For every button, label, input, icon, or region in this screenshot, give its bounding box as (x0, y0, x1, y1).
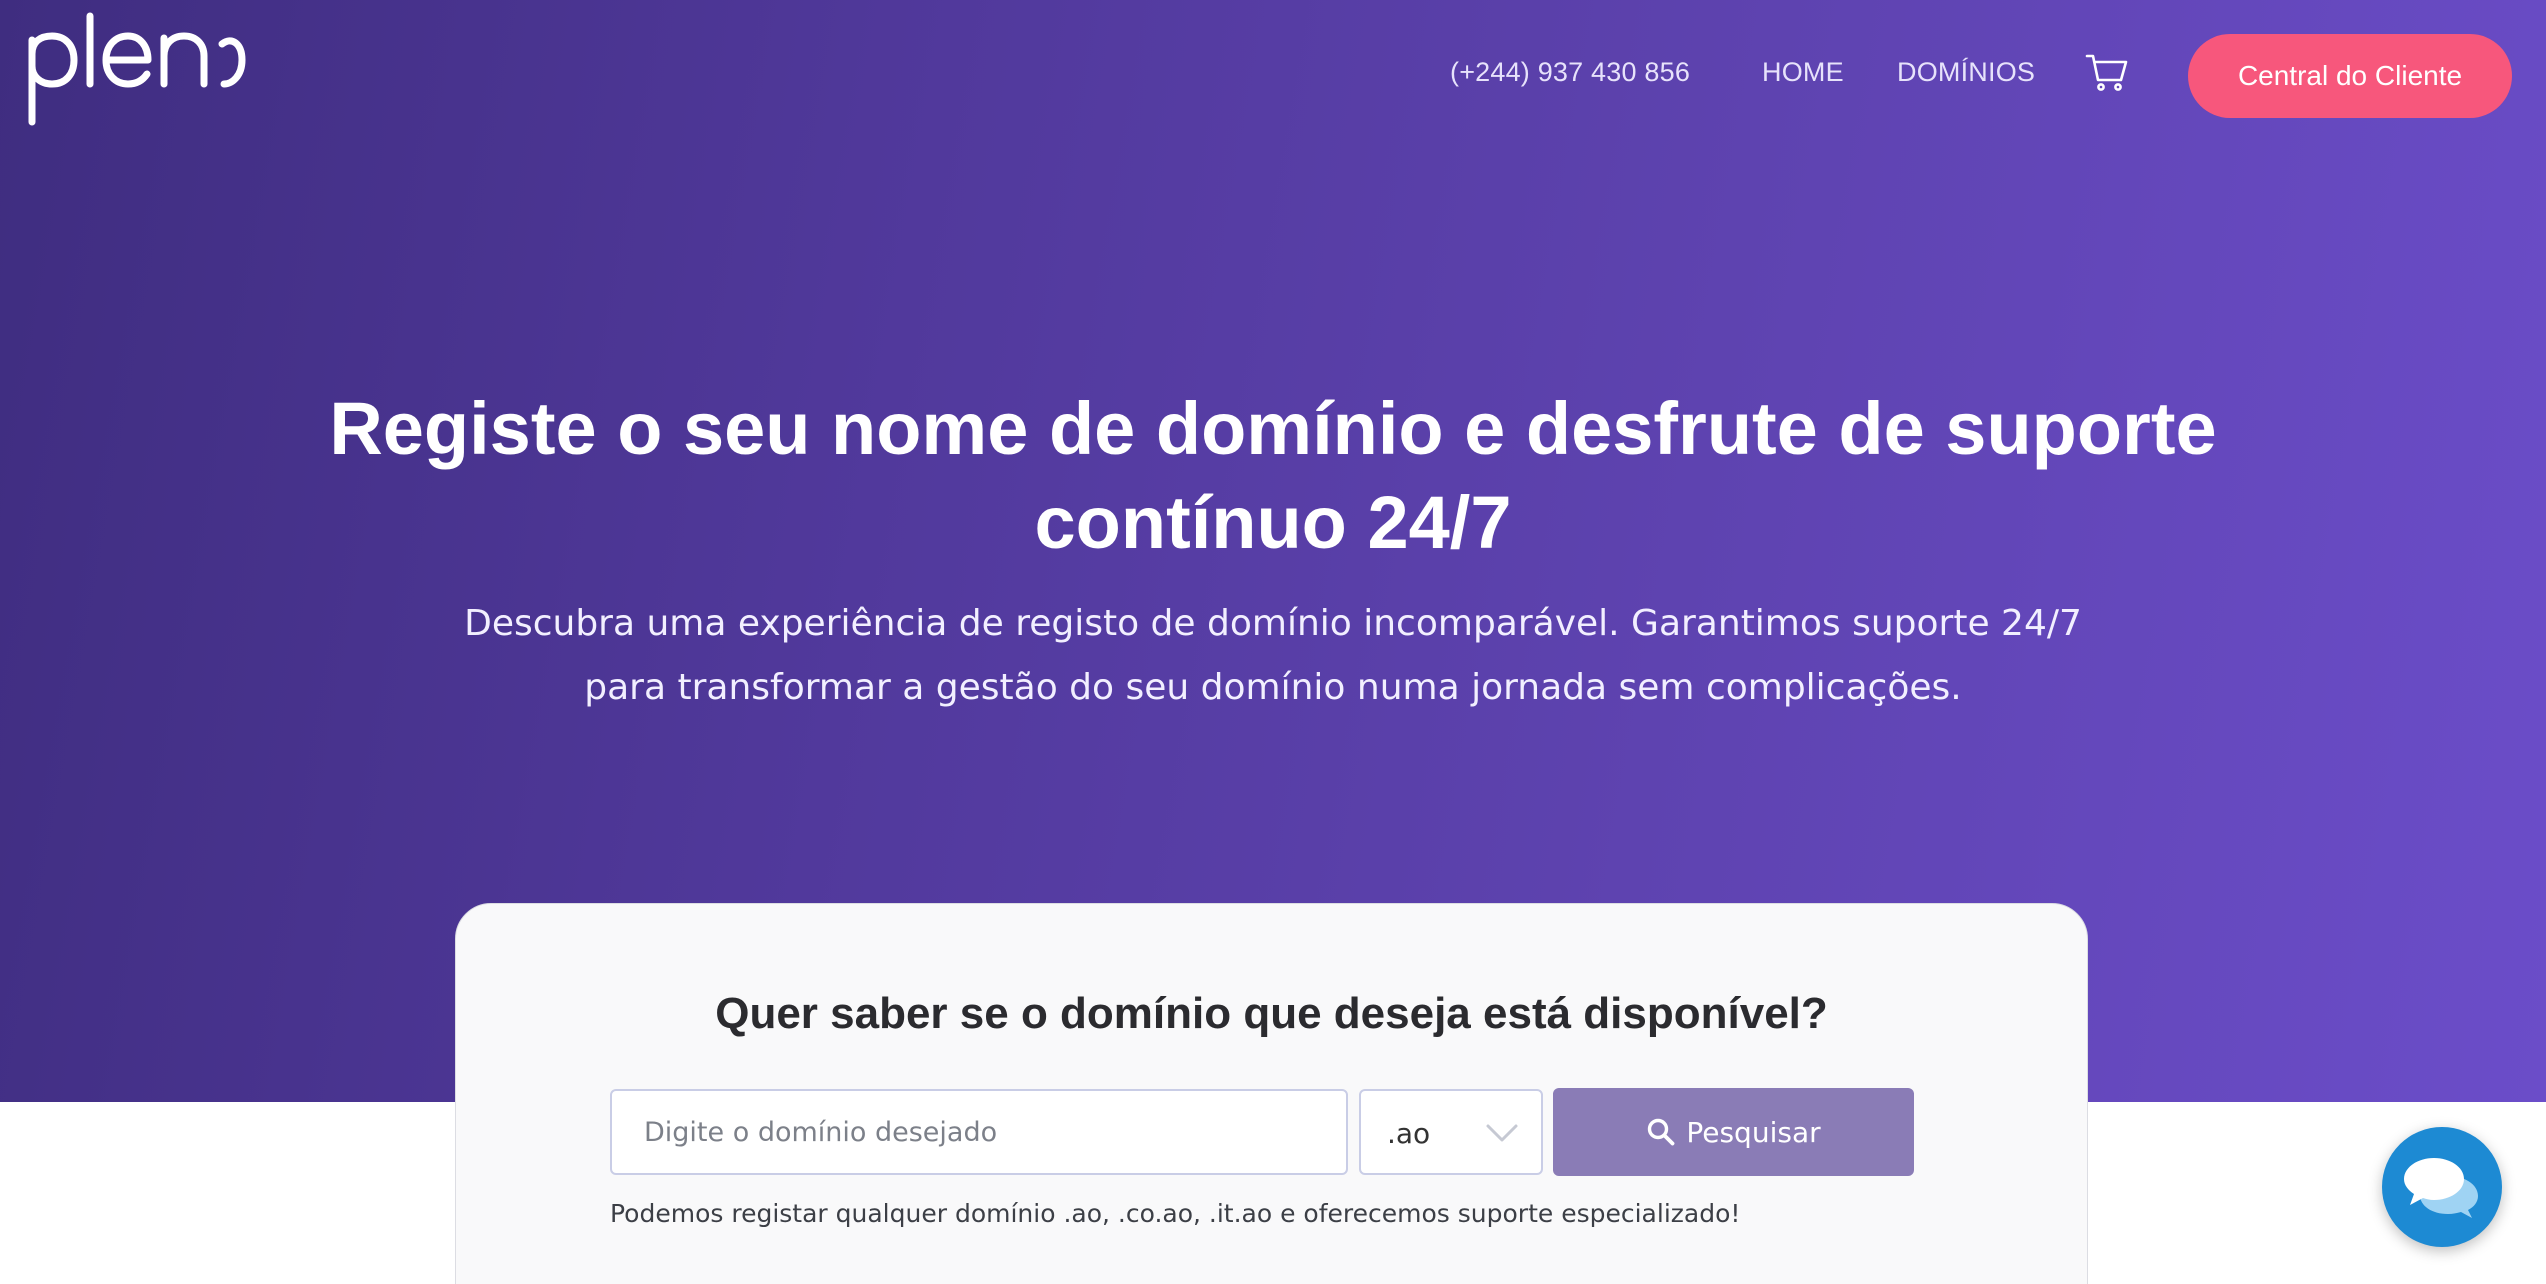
search-button[interactable]: Pesquisar (1553, 1088, 1914, 1176)
search-button-label: Pesquisar (1686, 1115, 1821, 1149)
tld-selected-value: .ao (1387, 1117, 1431, 1150)
search-icon (1646, 1117, 1676, 1147)
nav-domains-link[interactable]: DOMÍNIOS (1897, 56, 2035, 88)
chat-icon (2404, 1158, 2478, 1218)
nav-home-link[interactable]: HOME (1762, 56, 1844, 88)
cart-glyph (2085, 54, 2128, 91)
chat-button[interactable] (2382, 1127, 2502, 1247)
hero-subtitle: Descubra uma experiência de registo de d… (464, 603, 2082, 708)
search-note: Podemos registar qualquer domínio .ao, .… (610, 1199, 1741, 1228)
page: (+244) 937 430 856 HOME DOMÍNIOS Central… (0, 0, 2546, 1284)
pleno-logo[interactable] (26, 10, 246, 130)
logo-mark (28, 12, 246, 126)
domain-search-card: Quer saber se o domínio que deseja está … (455, 903, 2088, 1284)
client-area-button[interactable]: Central do Cliente (2188, 34, 2512, 118)
chevron-down-icon (1485, 1121, 1519, 1145)
cart-icon[interactable] (2085, 50, 2129, 94)
search-card-title: Quer saber se o domínio que deseja está … (715, 989, 1828, 1038)
domain-search-input[interactable] (610, 1089, 1348, 1175)
nav-phone-link[interactable]: (+244) 937 430 856 (1450, 56, 1690, 88)
hero-title: Registe o seu nome de domínio e desfrute… (329, 387, 2217, 564)
tld-select[interactable]: .ao (1359, 1089, 1543, 1175)
